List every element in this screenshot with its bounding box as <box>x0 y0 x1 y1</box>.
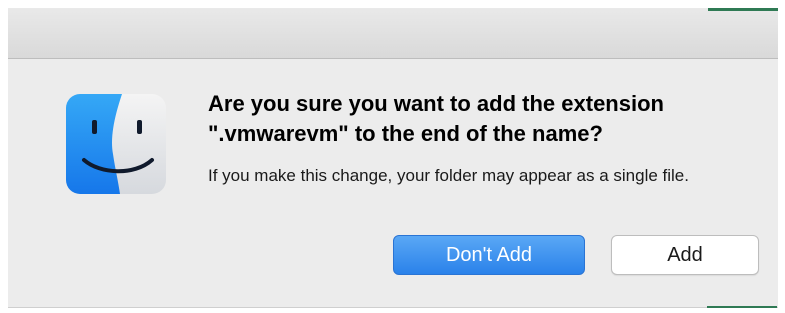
window: Are you sure you want to add the extensi… <box>0 0 785 313</box>
alert-dialog: Are you sure you want to add the extensi… <box>8 59 778 308</box>
titlebar-accent-strip <box>708 8 778 11</box>
bottom-accent-strip <box>707 306 777 308</box>
dont-add-button[interactable]: Don't Add <box>393 235 585 275</box>
add-button[interactable]: Add <box>611 235 759 275</box>
alert-message: If you make this change, your folder may… <box>208 166 689 185</box>
window-titlebar <box>8 8 778 59</box>
alert-title: Are you sure you want to add the extensi… <box>208 91 664 146</box>
finder-icon <box>66 94 166 194</box>
